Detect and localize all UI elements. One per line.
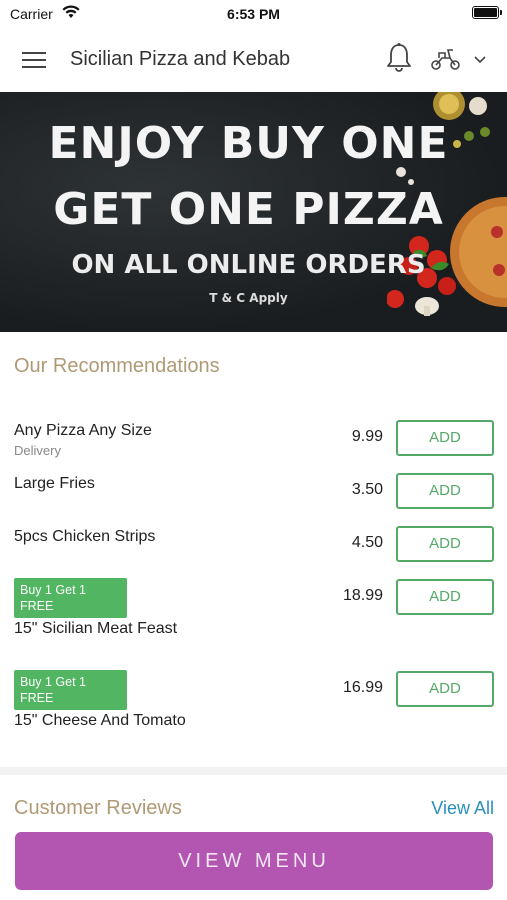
banner-headline-line1: ENJOY BUY ONE [48,118,449,169]
status-bar: Carrier 6:53 PM [0,0,507,28]
item-name: 5pcs Chicken Strips [14,528,156,545]
chevron-down-icon[interactable] [472,52,488,66]
view-menu-button[interactable]: VIEW MENU [15,832,493,890]
bell-icon[interactable] [385,42,413,74]
status-time: 6:53 PM [227,6,280,22]
item-name: 15" Sicilian Meat Feast [14,620,178,637]
menu-icon[interactable] [22,50,48,70]
view-all-link[interactable]: View All [431,798,494,819]
offer-badge: Buy 1 Get 1 FREE [14,578,127,618]
item-name: 15" Cheese And Tomato [14,712,186,729]
item-price: 16.99 [342,679,383,696]
section-divider [0,767,507,775]
add-button[interactable]: ADD [396,420,494,456]
add-button[interactable]: ADD [396,579,494,615]
app-header: Sicilian Pizza and Kebab [0,28,507,92]
battery-icon [472,6,502,19]
add-button[interactable]: ADD [396,671,494,707]
reviews-title: Customer Reviews [14,797,182,819]
scooter-icon[interactable] [430,46,462,72]
item-name: Any Pizza Any Size [14,422,152,439]
banner-terms: T & C Apply [209,291,288,305]
page-title: Sicilian Pizza and Kebab [70,48,291,70]
add-button[interactable]: ADD [396,526,494,562]
recommendations-title: Our Recommendations [14,355,220,377]
item-price: 9.99 [351,428,383,445]
add-button[interactable]: ADD [396,473,494,509]
banner-subheadline: ON ALL ONLINE ORDERS [71,250,426,280]
item-price: 18.99 [342,587,383,604]
offer-badge: Buy 1 Get 1 FREE [14,670,127,710]
item-price: 3.50 [351,481,383,498]
item-price: 4.50 [351,534,383,551]
promo-banner[interactable]: ENJOY BUY ONE GET ONE PIZZA ON ALL ONLIN… [0,92,507,332]
banner-headline-line2: GET ONE PIZZA [53,184,444,235]
item-subtitle: Delivery [14,443,61,458]
item-name: Large Fries [14,475,95,492]
